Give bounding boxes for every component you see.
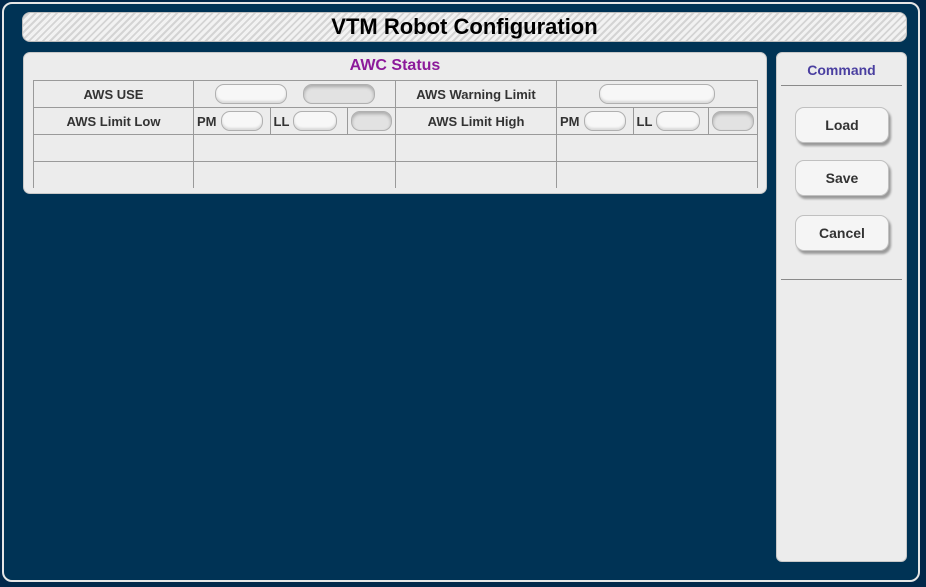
empty-cell (193, 161, 396, 188)
empty-cell (33, 134, 194, 162)
command-divider-bottom (781, 279, 902, 280)
awc-status-panel: AWC Status AWS USE AWS Warning Limit AWS… (23, 52, 767, 194)
aws-use-field[interactable] (214, 84, 287, 104)
table-row: AWS USE AWS Warning Limit (33, 80, 758, 108)
load-button[interactable]: Load (795, 107, 889, 143)
aws-limit-low-ll-field[interactable] (293, 111, 338, 131)
aws-use-cell (193, 80, 396, 108)
title-bar: VTM Robot Configuration (22, 12, 907, 42)
aws-limit-high-indicator (712, 111, 754, 131)
command-panel: Command Load Save Cancel (776, 52, 907, 562)
aws-use-label: AWS USE (33, 80, 194, 108)
table-row (33, 134, 758, 162)
aws-limit-low-indicator (351, 111, 392, 131)
aws-warning-limit-cell (556, 80, 758, 108)
save-button[interactable]: Save (795, 160, 889, 196)
aws-limit-high-pm-field[interactable] (583, 111, 626, 131)
aws-warning-limit-label: AWS Warning Limit (395, 80, 557, 108)
pm-label: PM (197, 113, 217, 129)
aws-limit-low-cell: PM LL (193, 107, 396, 135)
command-divider-top (781, 85, 902, 86)
aws-limit-low-pm-field[interactable] (220, 111, 263, 131)
ll-label: LL (636, 113, 653, 129)
empty-cell (556, 161, 758, 188)
awc-status-title: AWC Status (349, 57, 441, 74)
empty-cell (33, 161, 194, 188)
aws-limit-low-label: AWS Limit Low (33, 107, 194, 135)
pm-label: PM (560, 113, 580, 129)
ll-label: LL (273, 113, 290, 129)
page-title: VTM Robot Configuration (331, 14, 598, 39)
table-row: AWS Limit Low PM LL AWS Limit High PM LL (33, 107, 758, 135)
aws-limit-high-label: AWS Limit High (395, 107, 557, 135)
table-row (33, 161, 758, 188)
awc-status-table: AWS USE AWS Warning Limit AWS Limit Low … (33, 80, 758, 188)
aws-limit-high-ll-field[interactable] (656, 111, 701, 131)
aws-warning-limit-field[interactable] (599, 84, 715, 104)
cancel-button[interactable]: Cancel (795, 215, 889, 251)
aws-limit-high-cell: PM LL (556, 107, 758, 135)
empty-cell (395, 134, 557, 162)
empty-cell (395, 161, 557, 188)
command-title: Command (807, 62, 876, 78)
empty-cell (193, 134, 396, 162)
empty-cell (556, 134, 758, 162)
aws-use-indicator (302, 84, 375, 104)
